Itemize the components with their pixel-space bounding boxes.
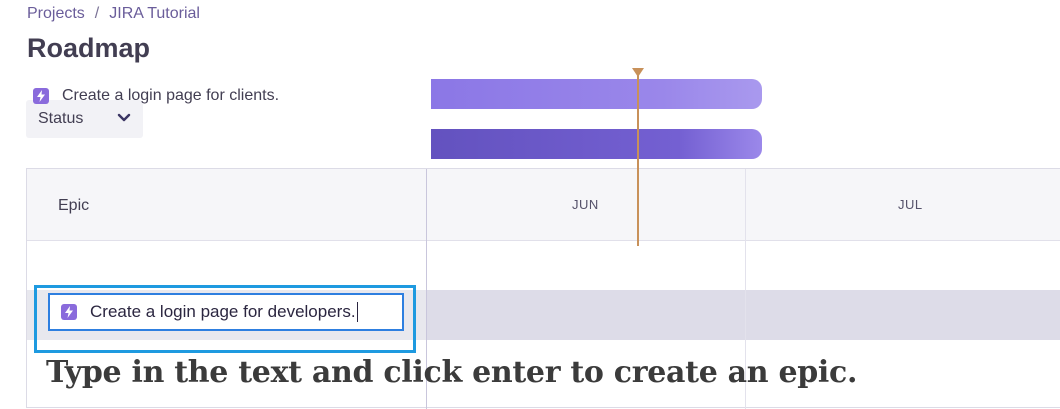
status-filter-label: Status xyxy=(38,110,84,127)
chevron-down-icon xyxy=(116,110,132,126)
status-filter-button[interactable]: Status xyxy=(26,100,143,138)
lightning-icon xyxy=(61,304,77,320)
new-epic-timeline-bar[interactable] xyxy=(431,129,762,159)
month-jul: JUL xyxy=(898,197,923,212)
epic-column-header: Epic xyxy=(58,197,90,214)
breadcrumb-separator: / xyxy=(94,5,100,22)
breadcrumb-item-projects[interactable]: Projects xyxy=(27,5,85,23)
month-jun: JUN xyxy=(572,197,599,212)
roadmap-header: Epic JUN JUL xyxy=(27,169,1060,241)
page-title: Roadmap xyxy=(27,33,151,63)
new-epic-input[interactable]: Create a login page for developers. xyxy=(48,293,404,331)
new-epic-input-value: Create a login page for developers. xyxy=(90,302,356,321)
epic-row-clients[interactable]: Create a login page for clients. xyxy=(33,87,279,105)
breadcrumb: Projects / JIRA Tutorial xyxy=(27,5,200,23)
instruction-caption: Type in the text and click enter to crea… xyxy=(46,355,858,390)
epic-label: Create a login page for clients. xyxy=(62,87,280,104)
breadcrumb-item-project[interactable]: JIRA Tutorial xyxy=(109,5,200,23)
today-line xyxy=(637,71,639,246)
lightning-icon xyxy=(33,88,49,104)
epic-timeline-bar[interactable] xyxy=(431,79,762,109)
text-caret xyxy=(356,302,358,322)
